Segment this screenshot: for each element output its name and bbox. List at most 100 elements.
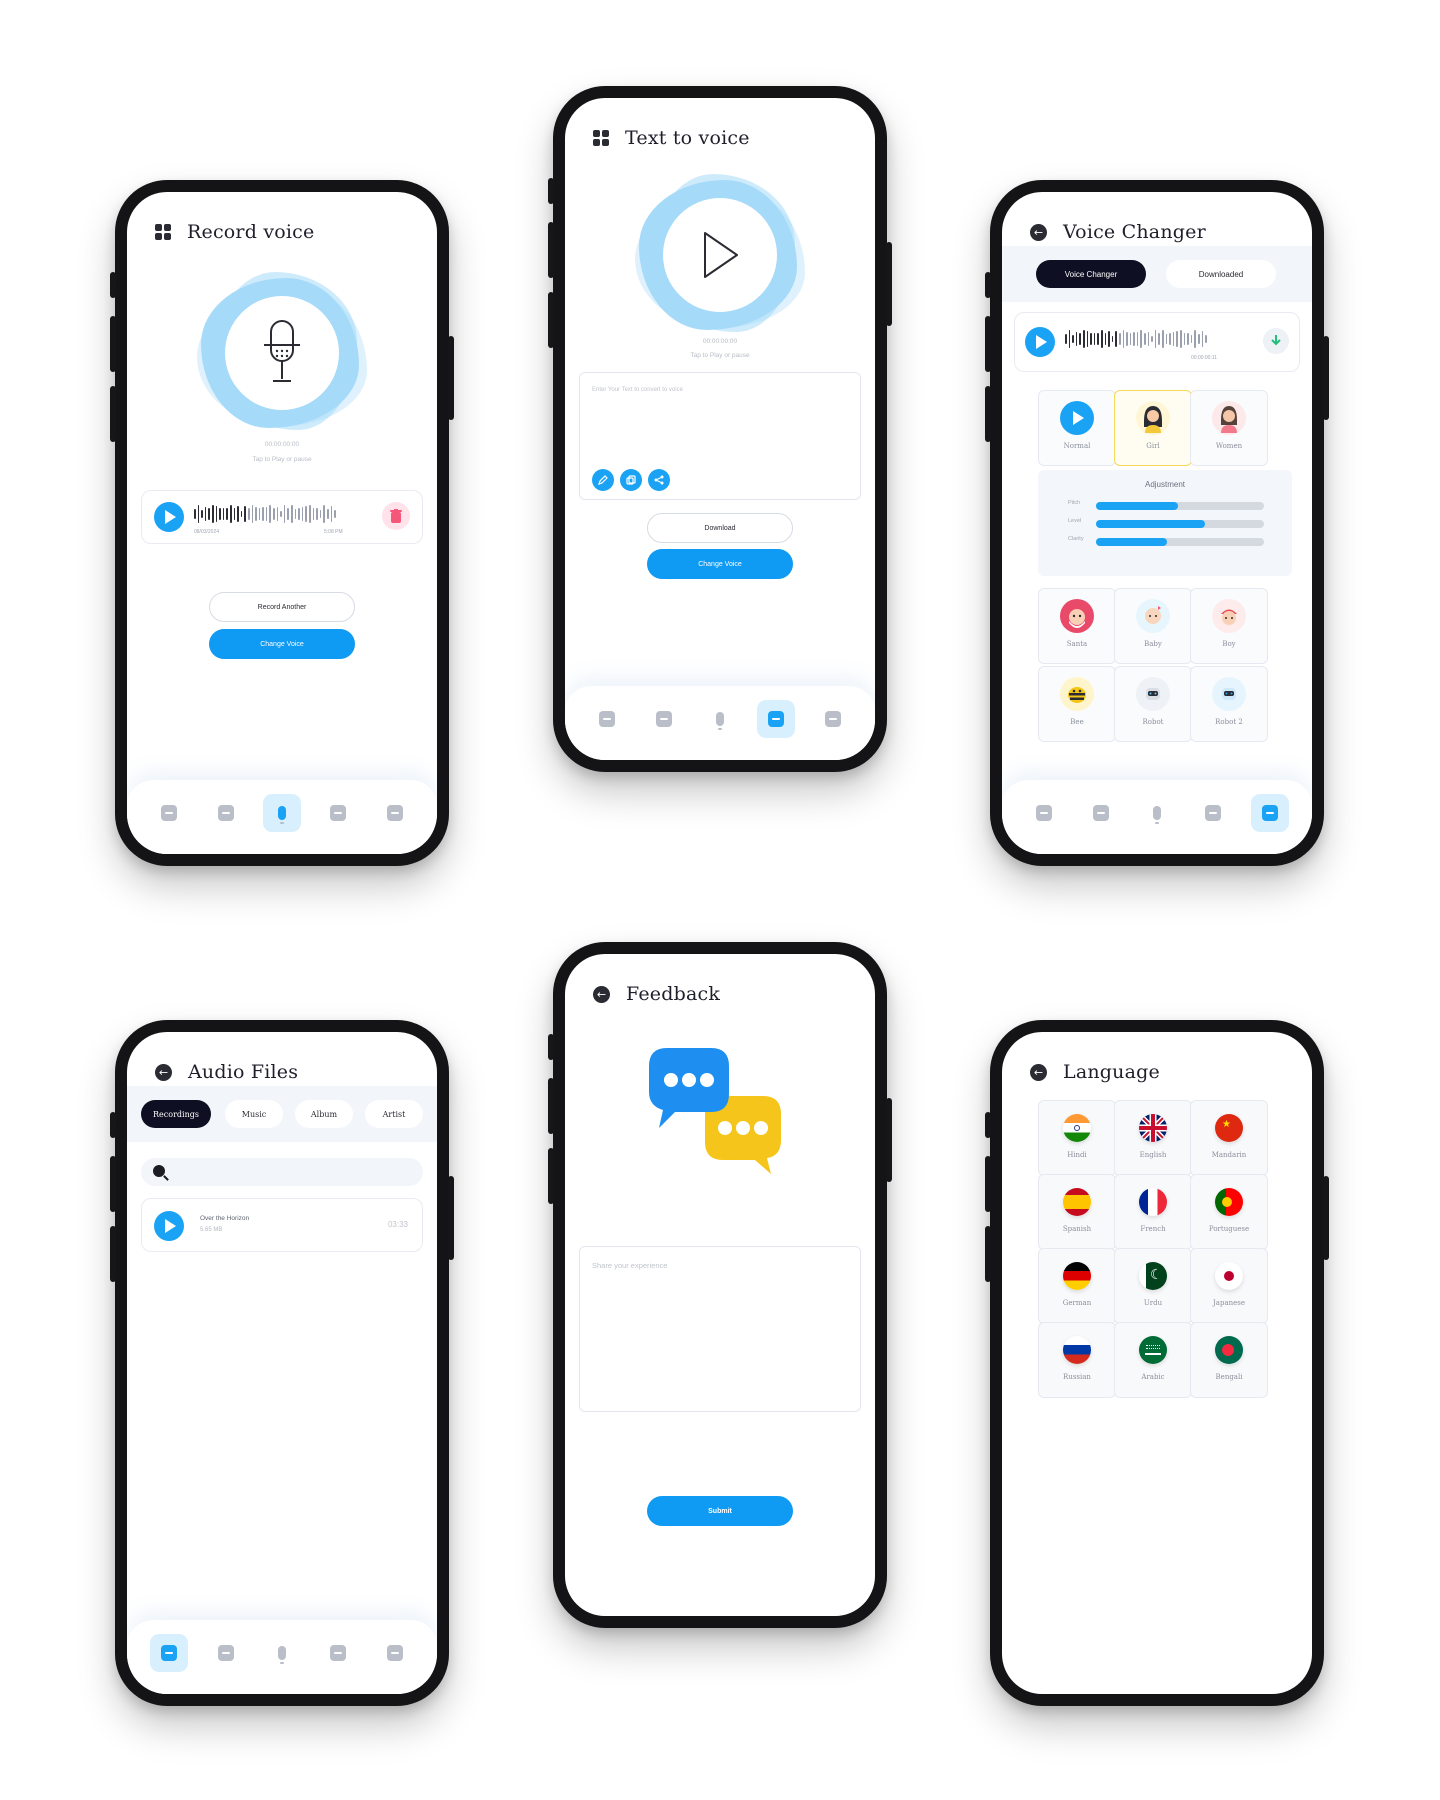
slider-level[interactable]: Level	[1068, 518, 1264, 528]
nav-record[interactable]	[262, 794, 301, 832]
nav-speaker[interactable]	[150, 1634, 189, 1672]
slider-pitch[interactable]: Pitch	[1068, 500, 1264, 510]
back-arrow-icon[interactable]: ←	[593, 985, 610, 1003]
language-german[interactable]: German	[1038, 1248, 1116, 1324]
pakistan-flag-icon: ☾	[1139, 1262, 1167, 1290]
nav-speaker[interactable]	[150, 794, 188, 832]
recorded-clip-card: 08/03/2024 5:08 PM	[141, 490, 423, 544]
language-bengali[interactable]: Bengali	[1190, 1322, 1268, 1398]
voice-tile-robot[interactable]: Robot	[1114, 666, 1192, 742]
record-another-button[interactable]: Record Another	[209, 592, 355, 622]
language-portuguese[interactable]: Portuguese	[1190, 1174, 1268, 1250]
nav-download[interactable]	[207, 1634, 245, 1672]
download-button[interactable]: Download	[647, 513, 793, 543]
copy-button[interactable]	[620, 469, 642, 491]
nav-record[interactable]	[263, 1634, 301, 1672]
share-button[interactable]	[648, 469, 670, 491]
nav-text-to-voice[interactable]	[1194, 794, 1232, 832]
nav-list[interactable]	[376, 1634, 414, 1672]
nav-download[interactable]	[1082, 794, 1120, 832]
nav-record[interactable]	[1138, 794, 1176, 832]
language-arabic[interactable]: Arabic	[1114, 1322, 1192, 1398]
language-label: Portuguese	[1208, 1225, 1250, 1233]
language-japanese[interactable]: Japanese	[1190, 1248, 1268, 1324]
feedback-textarea[interactable]: Share your experience	[579, 1246, 861, 1412]
timer: 00:00:00:00	[264, 441, 300, 448]
header: ← Language	[1030, 1058, 1292, 1086]
file-name: Over the Horizon	[200, 1215, 250, 1222]
speaker-icon	[1036, 805, 1053, 821]
tab-album[interactable]: Album	[295, 1100, 353, 1128]
phone-feedback: ← Feedback Share your experience Submit	[548, 942, 892, 1628]
nav-speaker[interactable]	[588, 700, 626, 738]
language-spanish[interactable]: Spanish	[1038, 1174, 1116, 1250]
text-input[interactable]: Enter Your Text to convert to voice	[579, 372, 861, 500]
japan-flag-icon	[1215, 1262, 1243, 1290]
nav-list[interactable]	[1250, 794, 1289, 832]
search-bar[interactable]	[141, 1158, 423, 1186]
download-icon	[217, 805, 234, 821]
nav-download[interactable]	[207, 794, 245, 832]
play-button[interactable]	[1025, 327, 1055, 357]
tab-voice-changer[interactable]: Voice Changer	[1036, 260, 1146, 288]
nav-speaker[interactable]	[1025, 794, 1063, 832]
menu-grid-icon[interactable]	[155, 224, 171, 240]
adjustment-title: Adjustment	[1144, 480, 1186, 489]
nav-text-to-voice[interactable]	[319, 1634, 357, 1672]
download-icon	[655, 711, 672, 727]
play-button[interactable]	[154, 1211, 184, 1241]
change-voice-button[interactable]: Change Voice	[647, 549, 793, 579]
voice-tile-boy[interactable]: Boy	[1190, 588, 1268, 664]
nav-download[interactable]	[645, 700, 683, 738]
language-french[interactable]: French	[1114, 1174, 1192, 1250]
copy-icon	[626, 475, 636, 485]
nav-text-to-voice[interactable]	[757, 700, 796, 738]
play-voice-button[interactable]	[635, 170, 805, 340]
uk-flag-icon	[1139, 1114, 1167, 1142]
language-mandarin[interactable]: ★ Mandarin	[1190, 1100, 1268, 1176]
france-flag-icon	[1139, 1188, 1167, 1216]
nav-list[interactable]	[814, 700, 852, 738]
back-arrow-icon[interactable]: ←	[1030, 1063, 1047, 1081]
voice-tile-bee[interactable]: Bee	[1038, 666, 1116, 742]
tab-recordings[interactable]: Recordings	[141, 1100, 211, 1128]
audio-file-item[interactable]: Over the Horizon 5.65 MB 03:33	[141, 1198, 423, 1252]
language-label: Russian	[1063, 1373, 1091, 1381]
voice-tile-santa[interactable]: Santa	[1038, 588, 1116, 664]
feedback-placeholder: Share your experience	[592, 1261, 668, 1270]
back-arrow-icon[interactable]: ←	[1030, 223, 1047, 241]
page-title: Record voice	[187, 221, 315, 243]
play-hint: Tap to Play or pause	[252, 456, 312, 463]
play-button[interactable]	[154, 502, 184, 532]
china-flag-icon: ★	[1215, 1114, 1243, 1142]
nav-text-to-voice[interactable]	[319, 794, 357, 832]
microphone-icon	[264, 320, 300, 382]
tab-music[interactable]: Music	[225, 1100, 283, 1128]
language-english[interactable]: English	[1114, 1100, 1192, 1176]
download-clip-button[interactable]	[1263, 328, 1289, 354]
tab-artist[interactable]: Artist	[365, 1100, 423, 1128]
language-urdu[interactable]: ☾ Urdu	[1114, 1248, 1192, 1324]
voice-tile-normal[interactable]: Normal	[1038, 390, 1116, 466]
change-voice-button[interactable]: Change Voice	[209, 629, 355, 659]
voice-tile-robot-2[interactable]: Robot 2	[1190, 666, 1268, 742]
nav-record[interactable]	[701, 700, 739, 738]
back-arrow-icon[interactable]: ←	[155, 1063, 172, 1081]
record-button[interactable]	[197, 268, 367, 438]
menu-grid-icon[interactable]	[593, 130, 609, 146]
chat-bubbles-icon	[649, 1048, 781, 1174]
tab-downloaded[interactable]: Downloaded	[1166, 260, 1276, 288]
voice-tile-baby[interactable]: Baby	[1114, 588, 1192, 664]
nav-list[interactable]	[376, 794, 414, 832]
slider-label: Pitch	[1068, 500, 1081, 506]
submit-button[interactable]: Submit	[647, 1496, 793, 1526]
language-russian[interactable]: Russian	[1038, 1322, 1116, 1398]
play-outline-icon	[704, 232, 738, 278]
edit-button[interactable]	[592, 469, 614, 491]
delete-button[interactable]	[382, 502, 410, 530]
voice-tile-girl[interactable]: Girl	[1114, 390, 1192, 466]
slider-clarity[interactable]: Clarity	[1068, 536, 1264, 546]
voice-tile-women[interactable]: Women	[1190, 390, 1268, 466]
page-title: Voice Changer	[1063, 221, 1206, 243]
language-hindi[interactable]: Hindi	[1038, 1100, 1116, 1176]
